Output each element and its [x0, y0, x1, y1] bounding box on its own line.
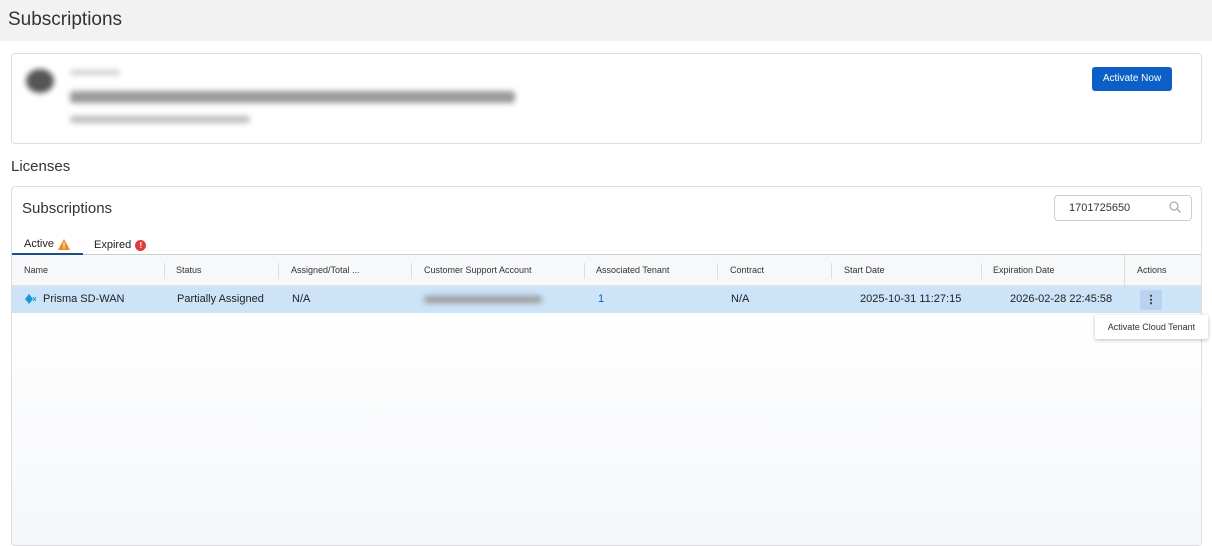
col-start-date[interactable]: Start Date — [844, 255, 885, 286]
tab-expired[interactable]: Expired ! — [94, 235, 147, 255]
col-expiration-date[interactable]: Expiration Date — [993, 255, 1055, 286]
warning-icon — [57, 238, 70, 250]
tab-bar: Active Expired ! — [12, 233, 1201, 255]
blurred-label — [70, 70, 120, 75]
col-status[interactable]: Status — [176, 255, 202, 286]
blurred-heading — [70, 91, 515, 103]
activate-cloud-tenant-menu-item[interactable]: Activate Cloud Tenant — [1095, 315, 1208, 339]
subscriptions-title: Subscriptions — [22, 200, 113, 217]
search-input[interactable]: 1701725650 — [1054, 195, 1192, 221]
search-value: 1701725650 — [1069, 202, 1131, 214]
cell-customer-support-account-blurred — [424, 296, 542, 303]
col-associated-tenant[interactable]: Associated Tenant — [596, 255, 669, 286]
activation-banner: Activate Now — [11, 53, 1202, 144]
table-row[interactable]: Prisma SD-WAN Partially Assigned N/A 1 N… — [12, 286, 1201, 313]
col-assigned[interactable]: Assigned/Total ... — [291, 255, 360, 286]
subscriptions-panel: Subscriptions 1701725650 Active Expired … — [11, 186, 1202, 546]
cell-associated-tenant-link[interactable]: 1 — [598, 286, 604, 313]
search-icon[interactable] — [1169, 201, 1181, 213]
cell-name: Prisma SD-WAN — [43, 293, 125, 305]
cell-assigned: N/A — [292, 293, 311, 305]
tab-active[interactable]: Active — [12, 235, 83, 255]
cell-contract: N/A — [731, 293, 750, 305]
cell-expiration-date: 2026-02-28 22:45:58 — [1010, 293, 1113, 305]
page-title: Subscriptions — [8, 9, 123, 30]
error-icon: ! — [135, 239, 147, 251]
col-name[interactable]: Name — [24, 255, 48, 286]
col-customer-support-account[interactable]: Customer Support Account — [424, 255, 532, 286]
row-actions-menu-button[interactable]: ⋮ — [1140, 290, 1162, 310]
col-contract[interactable]: Contract — [730, 255, 764, 286]
blurred-subtext — [70, 116, 250, 123]
col-actions: Actions — [1137, 265, 1167, 275]
cell-status: Partially Assigned — [177, 293, 264, 305]
top-bar: Subscriptions — [0, 0, 1212, 41]
table-header: Name Status Assigned/Total ... Customer … — [12, 255, 1201, 286]
activate-now-button[interactable]: Activate Now — [1092, 67, 1172, 91]
blurred-logo — [26, 69, 54, 93]
tab-expired-label: Expired — [94, 239, 132, 251]
prisma-sdwan-icon — [25, 294, 37, 304]
table-empty-area — [12, 313, 1201, 545]
tab-active-label: Active — [24, 238, 54, 250]
cell-start-date: 2025-10-31 11:27:15 — [860, 293, 962, 305]
licenses-heading: Licenses — [11, 158, 71, 175]
